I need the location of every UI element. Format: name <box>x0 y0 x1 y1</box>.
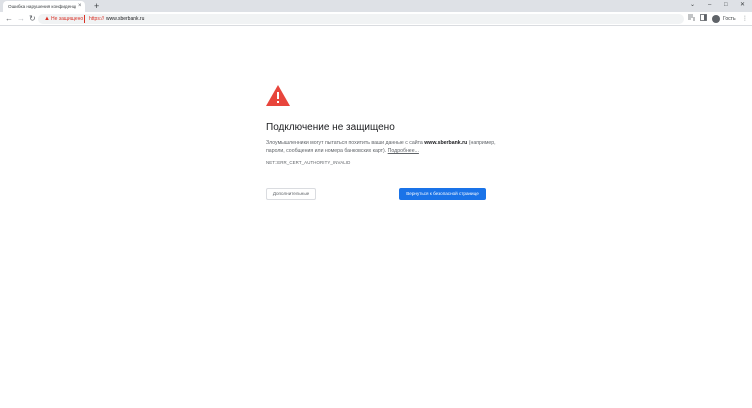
side-panel-icon[interactable] <box>700 14 707 25</box>
advanced-button[interactable]: Дополнительные <box>266 188 316 200</box>
close-window-icon[interactable]: ✕ <box>740 1 745 10</box>
warning-triangle-icon <box>266 85 290 106</box>
forward-icon[interactable]: → <box>17 13 25 25</box>
warning-description: Злоумышленники могут пытаться похитить в… <box>266 139 502 155</box>
error-code: NET::ERR_CERT_AUTHORITY_INVALID <box>266 160 351 165</box>
address-bar[interactable]: ▲ Не защищено https:// www.sberbank.ru <box>38 14 684 24</box>
menu-icon[interactable]: ⋮ <box>742 14 748 24</box>
minimize-icon[interactable]: – <box>708 1 711 10</box>
browser-toolbar: ← → ↻ ▲ Не защищено https:// www.sberban… <box>0 12 752 26</box>
tab-strip: Ошибка нарушения конфиденциальности × + … <box>0 0 752 12</box>
desc-text-before: Злоумышленники могут пытаться похитить в… <box>266 140 425 146</box>
security-status[interactable]: Не защищено <box>51 15 83 23</box>
url-scheme: https:// <box>89 16 105 22</box>
url-divider <box>84 15 85 23</box>
not-secure-icon[interactable]: ▲ <box>44 15 50 23</box>
reload-icon[interactable]: ↻ <box>29 13 36 25</box>
learn-more-link[interactable]: Подробнее... <box>388 148 419 154</box>
tab-title: Ошибка нарушения конфиденциальности <box>8 4 76 9</box>
maximize-icon[interactable]: □ <box>724 1 728 10</box>
tab-search-icon[interactable]: ⌄ <box>690 1 695 10</box>
profile-label[interactable]: Гость <box>723 14 736 24</box>
back-to-safety-button[interactable]: Вернуться к безопасной странице <box>399 188 486 200</box>
tab-close-icon[interactable]: × <box>78 3 82 10</box>
desc-host: www.sberbank.ru <box>424 140 468 146</box>
reading-list-icon[interactable] <box>688 14 695 25</box>
page-title: Подключение не защищено <box>266 122 395 133</box>
back-icon[interactable]: ← <box>5 13 13 25</box>
new-tab-icon[interactable]: + <box>94 1 99 11</box>
url-host: www.sberbank.ru <box>106 16 145 22</box>
tab-active[interactable]: Ошибка нарушения конфиденциальности × <box>3 1 85 12</box>
guest-avatar-icon[interactable] <box>712 15 720 23</box>
